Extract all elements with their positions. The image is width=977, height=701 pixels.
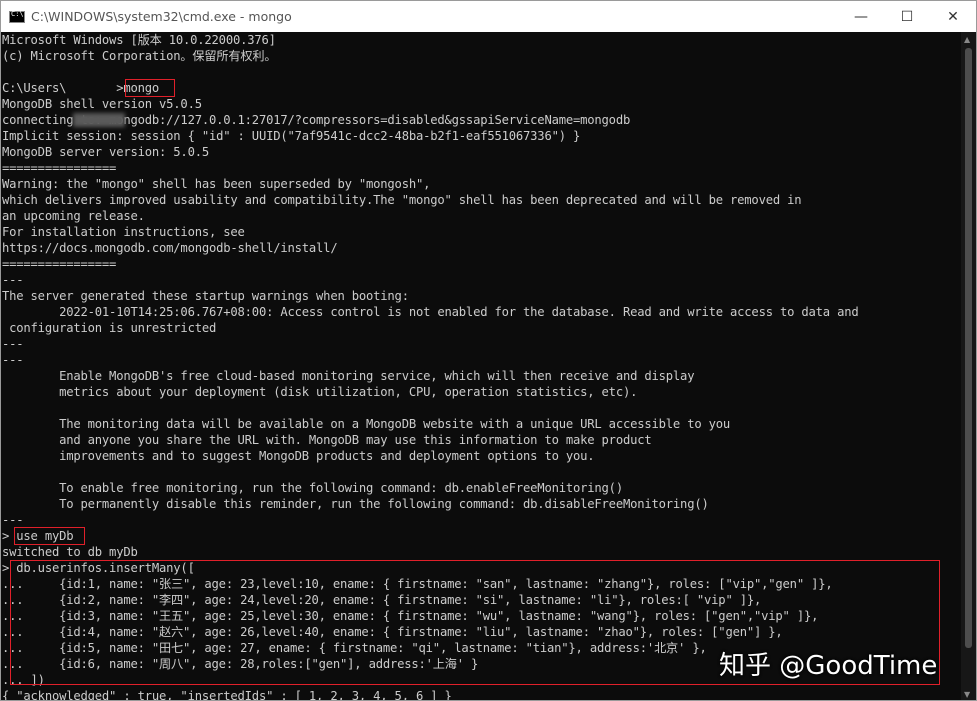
- vertical-scrollbar[interactable]: ▲ ▼: [961, 32, 976, 700]
- console-output[interactable]: Microsoft Windows [版本 10.0.22000.376] (c)…: [1, 32, 963, 701]
- console-line: MongoDB shell version v5.0.5: [2, 97, 202, 111]
- console-line: To enable free monitoring, run the follo…: [2, 481, 623, 495]
- cmd-window: C:\WINDOWS\system32\cmd.exe - mongo — ☐ …: [0, 0, 977, 701]
- console-line: connecting to: mongodb://127.0.0.1:27017…: [2, 113, 631, 127]
- window-title: C:\WINDOWS\system32\cmd.exe - mongo: [31, 9, 292, 24]
- console-line: and anyone you share the URL with. Mongo…: [2, 433, 652, 447]
- watermark: 知乎 @GoodTime: [719, 651, 938, 681]
- console-line: To permanently disable this reminder, ru…: [2, 497, 709, 511]
- highlight-use-mydb: [14, 527, 85, 545]
- highlight-mongo-command: [125, 79, 175, 97]
- console-line: https://docs.mongodb.com/mongodb-shell/i…: [2, 241, 338, 255]
- console-line: MongoDB server version: 5.0.5: [2, 145, 209, 159]
- console-line: switched to db myDb: [2, 545, 138, 559]
- console-line: Enable MongoDB's free cloud-based monito…: [2, 369, 695, 383]
- console-line: metrics about your deployment (disk util…: [2, 385, 638, 399]
- console-line: ---: [2, 337, 24, 351]
- console-line: The server generated these startup warni…: [2, 289, 409, 303]
- console-line: { "acknowledged" : true, "insertedIds" :…: [2, 689, 452, 701]
- close-button[interactable]: ✕: [930, 1, 976, 32]
- redacted-username: [73, 113, 125, 127]
- console-line: ================: [2, 161, 117, 175]
- scroll-down-icon[interactable]: ▼: [964, 690, 970, 699]
- console-line: ---: [2, 513, 24, 527]
- console-line: For installation instructions, see: [2, 225, 245, 239]
- scroll-up-icon[interactable]: ▲: [964, 35, 970, 44]
- console-line: > use myDb: [2, 529, 74, 543]
- title-bar[interactable]: C:\WINDOWS\system32\cmd.exe - mongo — ☐ …: [1, 1, 976, 32]
- console-line: improvements and to suggest MongoDB prod…: [2, 449, 595, 463]
- console-line: Warning: the "mongo" shell has been supe…: [2, 177, 431, 191]
- console-line: an upcoming release.: [2, 209, 145, 223]
- scroll-thumb[interactable]: [965, 48, 972, 648]
- cmd-icon: [9, 10, 25, 23]
- console-line: (c) Microsoft Corporation。保留所有权利。: [2, 49, 277, 63]
- maximize-button[interactable]: ☐: [884, 1, 930, 32]
- console-line: Implicit session: session { "id" : UUID(…: [2, 129, 581, 143]
- console-line: ================: [2, 257, 117, 271]
- console-line: The monitoring data will be available on…: [2, 417, 731, 431]
- console-line: configuration is unrestricted: [2, 321, 217, 335]
- console-line: Microsoft Windows [版本 10.0.22000.376]: [2, 33, 276, 47]
- minimize-button[interactable]: —: [838, 1, 884, 32]
- console-line: ---: [2, 353, 24, 367]
- console-line: ---: [2, 273, 24, 287]
- console-line: 2022-01-10T14:25:06.767+08:00: Access co…: [2, 305, 859, 319]
- console-line: which delivers improved usability and co…: [2, 193, 802, 207]
